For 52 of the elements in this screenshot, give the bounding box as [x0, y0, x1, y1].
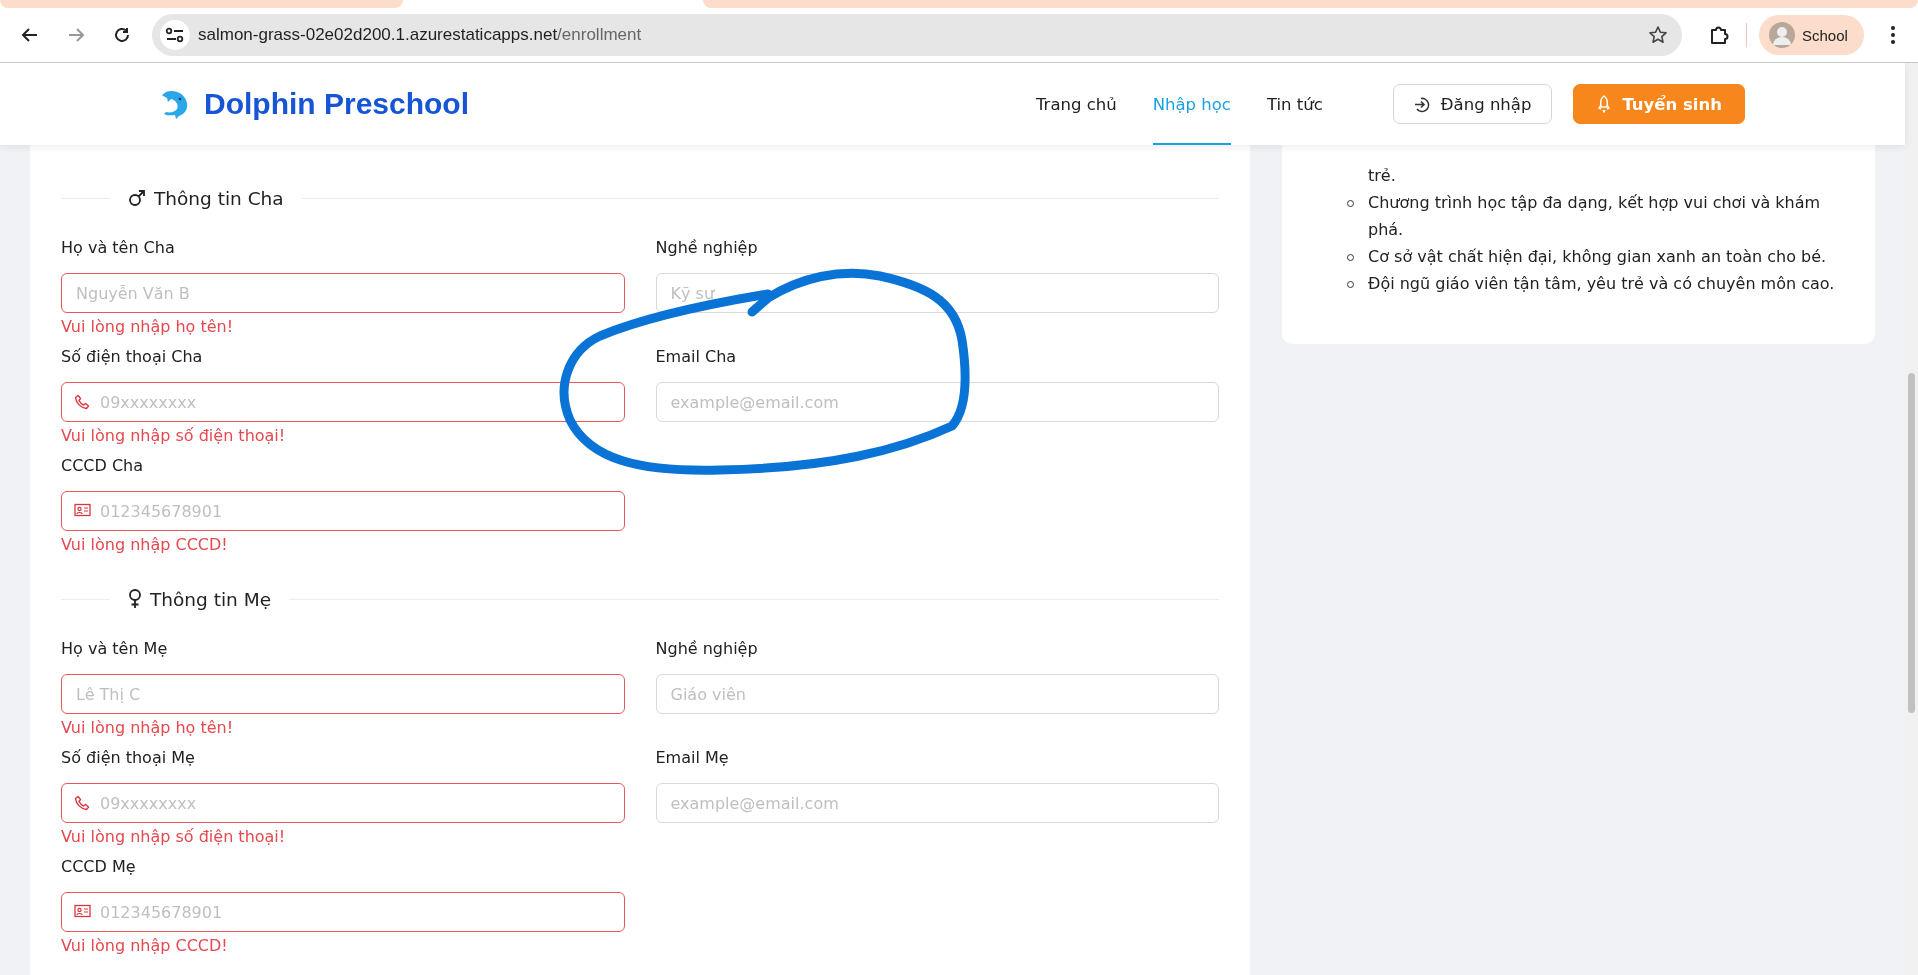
benefit-text: Đội ngũ giáo viên tận tâm, yêu trẻ và có chuyên môn cao.: [1368, 274, 1835, 293]
field-label: CCCD Mẹ: [61, 856, 137, 878]
error-message: Vui lòng nhập CCCD!: [61, 534, 229, 556]
phone-icon: [74, 795, 90, 811]
rocket-icon: [1596, 95, 1613, 113]
error-message: Vui lòng nhập họ tên!: [61, 717, 235, 739]
error-message: Vui lòng nhập họ tên!: [61, 316, 235, 338]
login-icon: [1413, 95, 1431, 113]
field-label: Nghề nghiệp: [655, 237, 759, 259]
field-label: Số điện thoại Cha: [61, 346, 204, 368]
input-field[interactable]: 09xxxxxxxx: [61, 783, 625, 823]
login-button[interactable]: Đăng nhập: [1392, 84, 1553, 124]
brand-title[interactable]: Dolphin Preschool: [204, 87, 470, 121]
section-title: Thông tin Cha: [154, 187, 284, 209]
field-label: Nghề nghiệp: [655, 638, 759, 660]
field-label: Họ và tên Cha: [61, 237, 176, 259]
input-field[interactable]: Nguyễn Văn B: [61, 273, 625, 313]
phone-icon: [74, 394, 90, 410]
field-label: Họ và tên Mẹ: [61, 638, 169, 660]
id-card-icon: [74, 904, 91, 918]
input-field[interactable]: Lê Thị C: [61, 674, 625, 714]
avatar-icon: [1769, 22, 1795, 48]
male-symbol-icon: [128, 189, 146, 207]
scrollbar[interactable]: [1905, 63, 1918, 975]
field-label: Email Mẹ: [655, 747, 730, 769]
section-title: Thông tin Mẹ: [150, 588, 272, 610]
input-field[interactable]: 012345678901: [61, 491, 625, 531]
url-text: salmon-grass-02e02d200.1.azurestaticapps.net/enrollment: [198, 25, 642, 45]
id-card-icon: [74, 503, 91, 517]
back-icon[interactable]: [21, 26, 39, 44]
nav-link[interactable]: Trang chủ: [1035, 63, 1117, 145]
extensions-icon[interactable]: [1708, 24, 1730, 46]
reload-icon[interactable]: [113, 26, 131, 44]
error-message: Vui lòng nhập CCCD!: [61, 935, 229, 957]
benefit-text: Chương trình học tập đa dạng, kết hợp vui chơi và khám phá.: [1368, 193, 1821, 239]
female-symbol-icon: [128, 589, 142, 609]
menu-icon[interactable]: [1889, 25, 1896, 45]
error-message: Vui lòng nhập số điện thoại!: [61, 826, 287, 848]
address-bar[interactable]: salmon-grass-02e02d200.1.azurestaticapps.net/enrollment: [152, 14, 1682, 56]
benefit-text: trẻ.: [1368, 166, 1396, 185]
field-label: CCCD Cha: [61, 455, 145, 477]
forward-icon[interactable]: [67, 26, 85, 44]
field-label: Số điện thoại Mẹ: [61, 747, 196, 769]
site-settings-icon[interactable]: [165, 27, 185, 43]
benefit-text: Cơ sở vật chất hiện đại, không gian xanh an toàn cho bé.: [1368, 247, 1827, 266]
input-field[interactable]: 012345678901: [61, 892, 625, 932]
profile-button[interactable]: School: [1759, 15, 1864, 55]
error-message: Vui lòng nhập số điện thoại!: [61, 425, 287, 447]
nav-link[interactable]: Tin tức: [1266, 63, 1323, 145]
bookmark-star-icon[interactable]: [1648, 25, 1668, 45]
input-field[interactable]: 09xxxxxxxx: [61, 382, 625, 422]
field-label: Email Cha: [655, 346, 738, 368]
